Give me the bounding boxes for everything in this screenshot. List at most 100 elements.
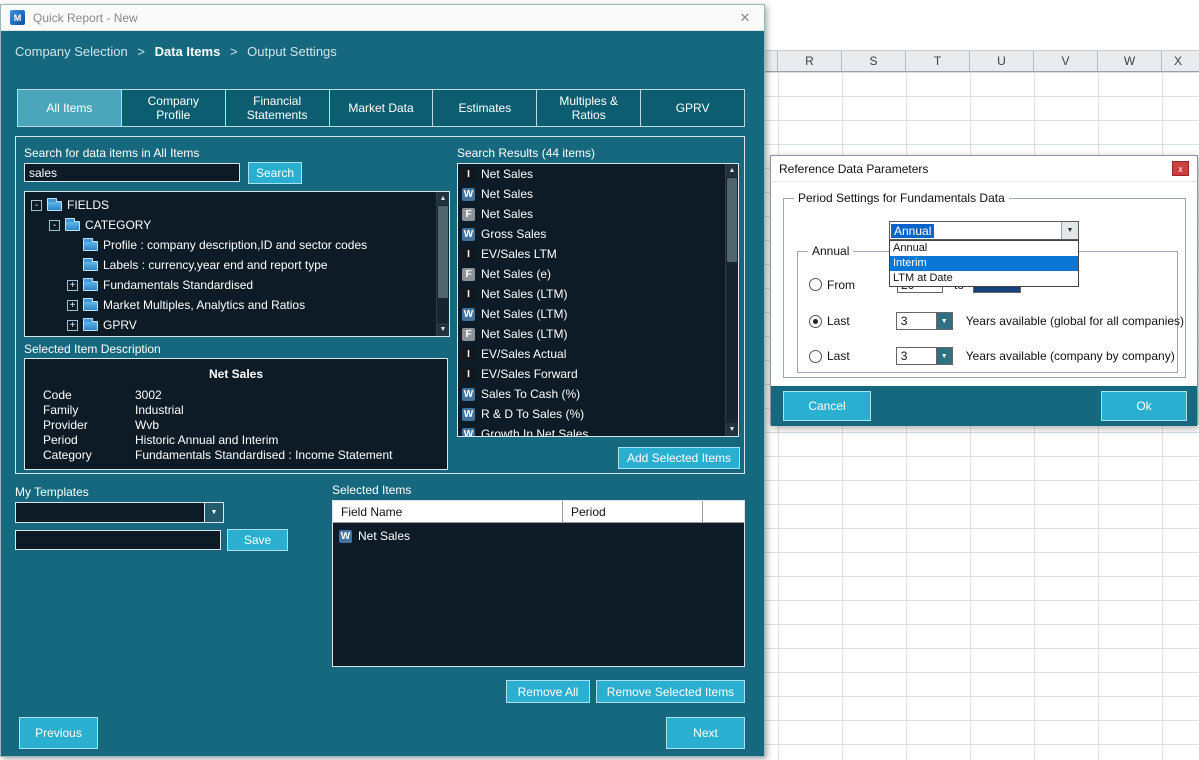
collapse-icon[interactable]: - xyxy=(49,220,60,231)
result-item[interactable]: W Sales To Cash (%) xyxy=(458,384,738,404)
tab-estimates[interactable]: Estimates xyxy=(432,89,537,127)
tree-item-fields[interactable]: - FIELDS xyxy=(25,195,449,215)
result-item[interactable]: W R & D To Sales (%) xyxy=(458,404,738,424)
excel-column-header[interactable]: T xyxy=(906,51,970,71)
excel-column-header[interactable]: X xyxy=(1162,51,1199,71)
column-header-field-name[interactable]: Field Name xyxy=(333,501,563,522)
result-label: Net Sales xyxy=(481,187,533,201)
result-item[interactable]: I EV/Sales Actual xyxy=(458,344,738,364)
tab-company-profile[interactable]: Company Profile xyxy=(121,89,226,127)
breadcrumb-company-selection[interactable]: Company Selection xyxy=(15,44,128,59)
description-title: Net Sales xyxy=(25,367,447,381)
result-item[interactable]: W Gross Sales xyxy=(458,224,738,244)
excel-column-header[interactable]: V xyxy=(1034,51,1098,71)
expand-icon[interactable]: + xyxy=(67,300,78,311)
tab-gprv[interactable]: GPRV xyxy=(640,89,745,127)
provider-badge: F xyxy=(462,268,475,281)
from-radio[interactable] xyxy=(809,278,822,291)
count-caret-icon[interactable]: ▼ xyxy=(937,312,953,330)
excel-column-header[interactable]: U xyxy=(970,51,1034,71)
description-key: Provider xyxy=(43,418,135,433)
window-close-icon[interactable]: ✕ xyxy=(735,10,755,26)
collapse-icon[interactable]: - xyxy=(31,200,42,211)
result-item[interactable]: F Net Sales (e) xyxy=(458,264,738,284)
tree-item-market-multiples[interactable]: + Market Multiples, Analytics and Ratios xyxy=(25,295,449,315)
result-item[interactable]: I EV/Sales LTM xyxy=(458,244,738,264)
excel-column-header[interactable]: W xyxy=(1098,51,1162,71)
last-company-count-field[interactable] xyxy=(896,347,937,365)
excel-column-header[interactable]: S xyxy=(842,51,906,71)
period-combo-value: Annual xyxy=(891,224,934,238)
combo-caret-icon[interactable]: ▼ xyxy=(204,503,223,522)
tree-item-profile[interactable]: Profile : company description,ID and sec… xyxy=(25,235,449,255)
column-header-period[interactable]: Period xyxy=(563,501,703,522)
result-item[interactable]: I Net Sales xyxy=(458,164,738,184)
breadcrumb-data-items[interactable]: Data Items xyxy=(155,44,221,59)
result-item[interactable]: I Net Sales (LTM) xyxy=(458,284,738,304)
search-input[interactable] xyxy=(24,163,240,182)
result-item[interactable]: F Net Sales (LTM) xyxy=(458,324,738,344)
period-combobox[interactable]: Annual ▼ xyxy=(889,221,1079,240)
scrollbar-thumb[interactable] xyxy=(438,206,448,298)
title-bar[interactable]: M Quick Report - New ✕ xyxy=(1,5,764,31)
selected-item-field: Net Sales xyxy=(358,529,410,543)
tab-multiples-ratios[interactable]: Multiples & Ratios xyxy=(536,89,641,127)
result-item[interactable]: W Net Sales (LTM) xyxy=(458,304,738,324)
add-selected-items-button[interactable]: Add Selected Items xyxy=(618,447,740,469)
tab-all-items[interactable]: All Items xyxy=(17,89,122,127)
excel-column-header[interactable]: R xyxy=(778,51,842,71)
last-global-radio[interactable] xyxy=(809,315,822,328)
table-row[interactable]: W Net Sales xyxy=(333,523,744,543)
scrollbar-thumb[interactable] xyxy=(727,178,737,262)
tree-item-category[interactable]: - CATEGORY xyxy=(25,215,449,235)
breadcrumb: Company Selection > Data Items > Output … xyxy=(1,31,764,68)
result-item[interactable]: W Growth In Net Sales xyxy=(458,424,738,437)
result-item[interactable]: I EV/Sales Forward xyxy=(458,364,738,384)
templates-combo[interactable]: ▼ xyxy=(15,502,224,523)
last-global-count-field[interactable] xyxy=(896,312,937,330)
breadcrumb-output-settings[interactable]: Output Settings xyxy=(247,44,337,59)
last-company-row: Last ▼ Years available (company by compa… xyxy=(809,347,1175,365)
remove-selected-items-button[interactable]: Remove Selected Items xyxy=(596,680,745,703)
previous-button[interactable]: Previous xyxy=(19,717,98,749)
last-company-radio[interactable] xyxy=(809,350,822,363)
cancel-button[interactable]: Cancel xyxy=(783,391,871,421)
results-scrollbar[interactable]: ▲ ▼ xyxy=(725,164,738,436)
scroll-up-icon[interactable]: ▲ xyxy=(437,192,449,205)
tab-market-data[interactable]: Market Data xyxy=(329,89,434,127)
option-ltm-at-date[interactable]: LTM at Date xyxy=(890,271,1078,286)
ok-button[interactable]: Ok xyxy=(1101,391,1187,421)
template-name-input[interactable] xyxy=(15,530,221,550)
tree-item-label: Labels : currency,year end and report ty… xyxy=(103,258,328,272)
scroll-down-icon[interactable]: ▼ xyxy=(437,323,449,336)
next-button[interactable]: Next xyxy=(666,717,745,749)
option-interim[interactable]: Interim xyxy=(890,256,1078,271)
option-annual[interactable]: Annual xyxy=(890,241,1078,256)
tree-scrollbar[interactable]: ▲ ▼ xyxy=(436,192,449,336)
dialog-title-bar[interactable]: Reference Data Parameters x xyxy=(771,156,1197,182)
search-button[interactable]: Search xyxy=(248,162,302,184)
result-label: Gross Sales xyxy=(481,227,546,241)
combo-caret-icon[interactable]: ▼ xyxy=(1061,222,1078,239)
tree-item-fundamentals[interactable]: + Fundamentals Standardised xyxy=(25,275,449,295)
result-label: Net Sales (LTM) xyxy=(481,327,567,341)
result-item[interactable]: F Net Sales xyxy=(458,204,738,224)
search-results-label: Search Results (44 items) xyxy=(457,146,595,160)
scroll-up-icon[interactable]: ▲ xyxy=(726,164,738,177)
save-template-button[interactable]: Save xyxy=(227,529,288,551)
tree-item-label: Profile : company description,ID and sec… xyxy=(103,238,367,252)
tree-item-labels[interactable]: Labels : currency,year end and report ty… xyxy=(25,255,449,275)
result-item[interactable]: W Net Sales xyxy=(458,184,738,204)
dialog-close-icon[interactable]: x xyxy=(1172,161,1189,176)
count-caret-icon[interactable]: ▼ xyxy=(937,347,953,365)
tree-item-gprv[interactable]: + GPRV xyxy=(25,315,449,335)
tab-financial-statements[interactable]: Financial Statements xyxy=(225,89,330,127)
description-key: Code xyxy=(43,388,135,403)
expand-icon[interactable]: + xyxy=(67,280,78,291)
scroll-down-icon[interactable]: ▼ xyxy=(726,423,738,436)
tab-strip: All Items Company Profile Financial Stat… xyxy=(17,89,745,127)
folder-icon xyxy=(83,281,98,291)
remove-all-button[interactable]: Remove All xyxy=(506,680,590,703)
expand-icon[interactable]: + xyxy=(67,320,78,331)
selected-item-description: Net Sales Code 3002 Family Industrial Pr… xyxy=(24,358,448,470)
